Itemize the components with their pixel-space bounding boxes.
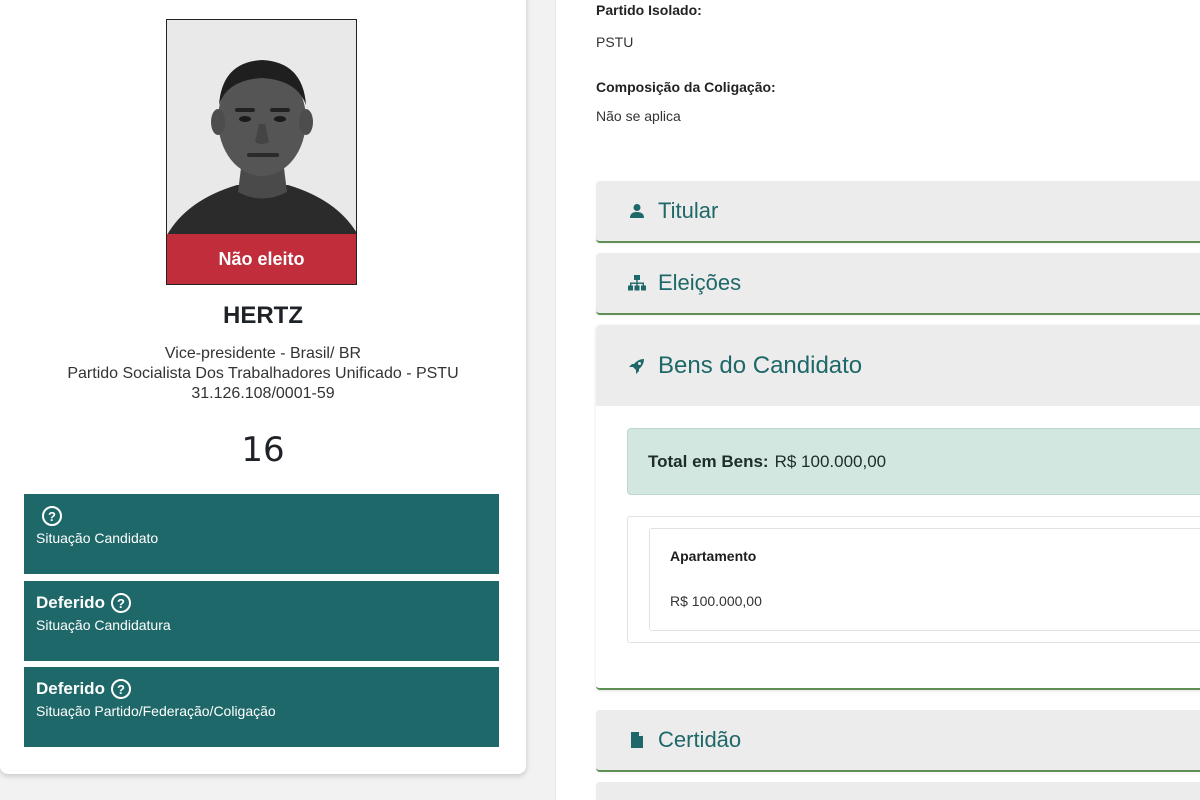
accordion-titular[interactable]: Titular [596,181,1200,243]
party-value: PSTU [596,34,634,50]
situation-candidacy-label: Situação Candidatura [36,617,171,633]
candidate-cnpj: 31.126.108/0001-59 [191,385,335,402]
sitemap-icon [626,275,648,291]
accordion-titular-label: Titular [658,198,719,223]
situation-party-box: Deferido ? Situação Partido/Federação/Co… [24,667,499,747]
coalition-label: Composição da Coligação: [596,79,776,95]
candidate-party: Partido Socialista Dos Trabalhadores Uni… [67,365,459,382]
election-status-ribbon: Não eleito [167,234,356,284]
user-icon [626,203,648,219]
rocket-icon [626,358,648,374]
coalition-value: Não se aplica [596,108,681,124]
accordion-bens: Bens do Candidato Total em Bens: R$ 100.… [596,325,1200,690]
candidate-role: Vice-presidente - Brasil/ BR [164,345,362,362]
candidate-name: HERTZ [223,302,303,329]
accordion-eleicoes[interactable]: Eleições [596,253,1200,315]
assets-total-value: R$ 100.000,00 [774,451,887,471]
assets-total-label: Total em Bens: [648,451,769,471]
situation-candidacy-value: Deferido [36,593,105,612]
situation-candidate-label: Situação Candidato [36,530,159,546]
help-icon[interactable]: ? [110,593,131,613]
candidate-photo: Não eleito [166,19,357,285]
help-icon[interactable]: ? [110,679,131,699]
candidate-number: 16 [241,430,285,470]
accordion-eleicoes-label: Eleições [658,270,742,295]
assets-total-box: Total em Bens: R$ 100.000,00 [627,428,1200,495]
candidate-profile-card: Não eleito HERTZ Vice-presidente - Brasi… [0,0,526,774]
asset-value: R$ 100.000,00 [670,593,762,609]
accordion-certidao-label: Certidão [658,727,742,752]
assets-list: Apartamento R$ 100.000,00 [627,516,1200,643]
situation-party-value: Deferido [36,679,105,698]
asset-item: Apartamento R$ 100.000,00 [649,528,1200,631]
situation-party-label: Situação Partido/Federação/Coligação [36,703,276,719]
party-label: Partido Isolado: [596,2,702,18]
candidate-info: Vice-presidente - Brasil/ BR Partido Soc… [0,344,526,404]
situation-candidacy-box: Deferido ? Situação Candidatura [24,581,499,661]
accordion-next[interactable] [596,782,1200,800]
accordion-certidao[interactable]: Certidão [596,710,1200,772]
accordion-bens-header[interactable]: Bens do Candidato [596,325,1200,406]
accordion-bens-label: Bens do Candidato [658,351,863,379]
situation-candidate-box: ? Situação Candidato [24,494,499,574]
help-icon[interactable]: ? [42,506,62,526]
file-icon [626,732,648,748]
asset-name: Apartamento [670,548,757,564]
